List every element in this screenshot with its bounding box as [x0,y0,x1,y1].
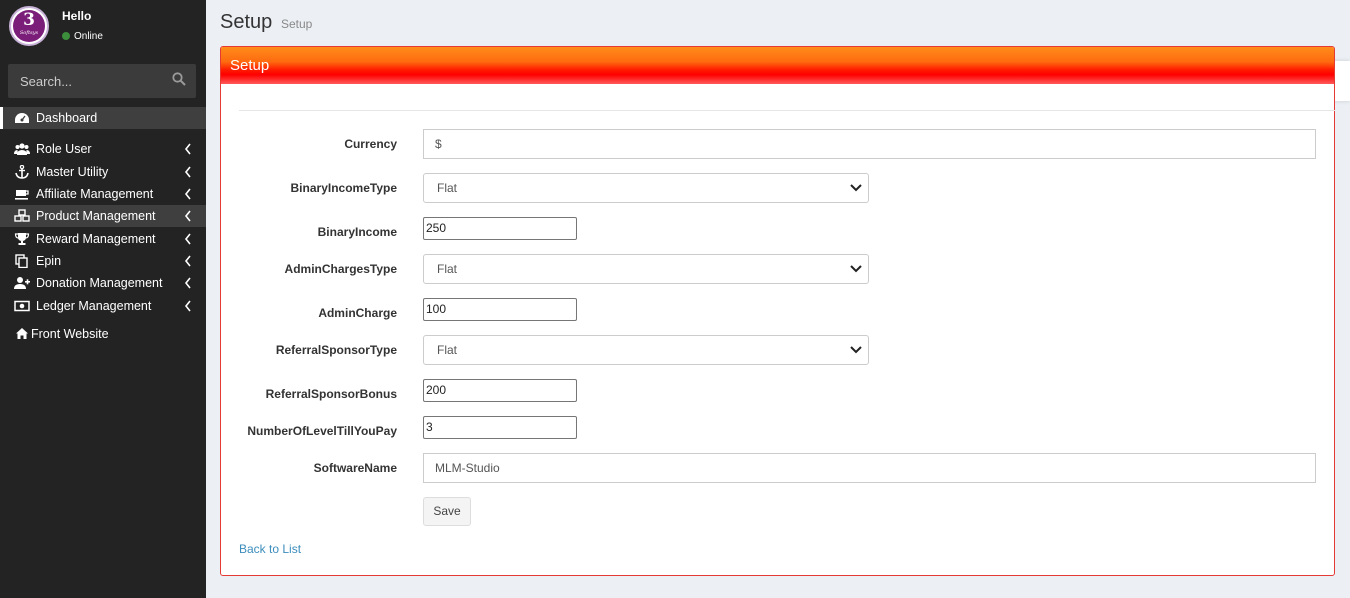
trophy-icon [14,233,30,245]
user-plus-icon [14,277,30,289]
binary-income-type-select[interactable]: Flat [423,173,869,203]
sidebar-search [8,64,196,98]
panel-header: Setup [221,47,1334,84]
chevron-left-icon [184,300,191,312]
admin-charge-label: AdminCharge [318,306,397,320]
sidebar-item-donation-management[interactable]: Donation Management [0,272,206,294]
admin-charges-type-label: AdminChargesType [284,262,397,276]
sidebar-item-dashboard[interactable]: Dashboard [0,107,206,129]
sidebar-item-epin[interactable]: Epin [0,250,206,272]
software-name-input[interactable]: MLM-Studio [423,453,1316,483]
referral-sponsor-type-label: ReferralSponsorType [275,343,397,357]
binary-income-label: BinaryIncome [317,225,397,239]
chevron-left-icon [184,143,191,155]
number-of-level-label: NumberOfLevelTillYouPay [247,424,397,438]
currency-input[interactable]: $ [423,129,1316,159]
copy-icon [15,254,28,268]
divider [239,110,1335,111]
binary-income-input[interactable]: 250 [423,217,577,240]
brand-logo-word: Softsys [19,30,39,36]
users-icon [14,143,30,155]
sidebar-item-affiliate-management[interactable]: Affiliate Management [0,183,206,205]
sidebar-item-reward-management[interactable]: Reward Management [0,228,206,250]
search-input[interactable] [8,64,168,98]
sidebar-item-label: Affiliate Management [36,187,154,201]
page-subtitle: Setup [281,17,313,31]
referral-sponsor-bonus-input[interactable]: 200 [423,379,577,402]
sidebar-item-label: Ledger Management [36,299,152,313]
chevron-left-icon [184,277,191,289]
avatar[interactable]: 3 Softsys [9,6,49,46]
search-icon [172,72,186,86]
sidebar-item-label: Product Management [36,209,156,223]
sidebar-item-label: Epin [36,254,62,268]
number-of-level-input[interactable]: 3 [423,416,577,439]
sidebar: 3 Softsys Hello Online Dashboard Role Us… [0,0,206,598]
user-panel: 3 Softsys Hello Online [0,0,206,60]
referral-sponsor-type-value: Flat [437,343,458,357]
chevron-left-icon [184,188,191,200]
sidebar-item-label: Reward Management [36,232,156,246]
sidebar-item-master-utility[interactable]: Master Utility [0,161,206,183]
money-icon [14,300,30,312]
sidebar-item-label: Donation Management [36,276,163,290]
chevron-down-icon [850,346,862,354]
chevron-left-icon [184,210,191,222]
referral-sponsor-type-select[interactable]: Flat [423,335,869,365]
binary-income-type-label: BinaryIncomeType [290,181,397,195]
chevron-left-icon [184,233,191,245]
setup-panel: Setup Currency $ BinaryIncomeType Flat B… [220,46,1335,576]
currency-label: Currency [344,137,397,151]
user-status: Online [62,31,103,42]
home-icon [16,328,28,339]
brand-logo-letter: 3 [23,10,35,30]
admin-charge-input[interactable]: 100 [423,298,577,321]
anchor-icon [15,165,29,179]
binary-income-type-value: Flat [437,181,458,195]
save-button[interactable]: Save [423,497,471,526]
chevron-down-icon [850,265,862,273]
chevron-left-icon [184,166,191,178]
sidebar-item-label: Role User [36,142,92,156]
user-status-label: Online [74,31,103,42]
back-to-list-link[interactable]: Back to List [239,542,301,556]
admin-charges-type-value: Flat [437,262,458,276]
coffee-icon [15,190,29,200]
software-name-label: SoftwareName [313,461,397,475]
sidebar-item-ledger-management[interactable]: Ledger Management [0,295,206,317]
admin-charges-type-select[interactable]: Flat [423,254,869,284]
user-name: Hello [62,9,92,23]
sidebar-item-product-management[interactable]: Product Management [0,205,206,227]
sidebar-item-role-user[interactable]: Role User [0,138,206,160]
chevron-left-icon [184,255,191,267]
sidebar-item-label: Dashboard [36,111,98,125]
dashboard-icon [15,113,29,123]
online-dot-icon [62,32,70,40]
sidebar-item-label: Master Utility [36,165,109,179]
search-button[interactable] [172,72,190,90]
panel-title: Setup [230,57,270,74]
cubes-icon [14,209,30,222]
page-title: Setup [220,11,273,33]
referral-sponsor-bonus-label: ReferralSponsorBonus [265,387,397,401]
sidebar-item-label: Front Website [31,327,109,341]
chevron-down-icon [850,184,862,192]
sidebar-item-front-website[interactable]: Front Website [0,323,206,345]
